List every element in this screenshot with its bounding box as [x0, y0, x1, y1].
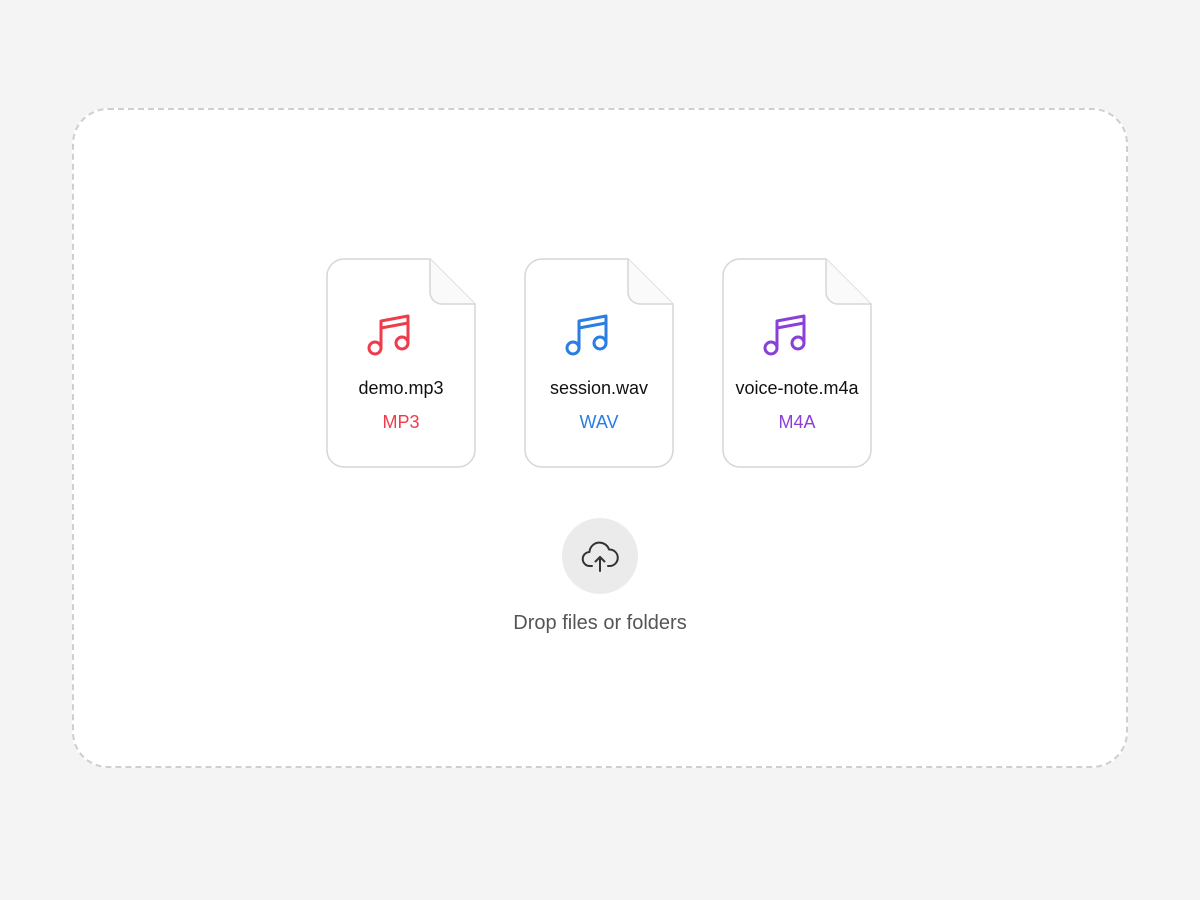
file-document-icon — [722, 258, 872, 468]
drop-hint-text: Drop files or folders — [513, 612, 687, 634]
file-name: demo.mp3 — [358, 378, 444, 398]
music-note-icon — [763, 314, 806, 356]
file-card[interactable]: voice-note.m4a M4A — [722, 258, 872, 468]
file-type-label: M4A — [778, 412, 816, 432]
cloud-upload-icon — [581, 541, 619, 572]
file-list: demo.mp3 MP3 session.wav WAV voice-note.… — [326, 258, 872, 468]
file-type-label: MP3 — [382, 412, 420, 432]
file-name: voice-note.m4a — [735, 378, 859, 398]
file-type-label: WAV — [579, 412, 619, 432]
file-name: session.wav — [549, 378, 649, 398]
file-card[interactable]: session.wav WAV — [524, 258, 674, 468]
music-note-icon — [565, 314, 608, 356]
file-document-icon — [524, 258, 674, 468]
upload-button[interactable] — [562, 518, 638, 594]
music-note-icon — [367, 314, 410, 356]
file-document-icon — [326, 258, 476, 468]
drop-zone[interactable]: demo.mp3 MP3 session.wav WAV voice-note.… — [72, 108, 1128, 768]
file-card[interactable]: demo.mp3 MP3 — [326, 258, 476, 468]
